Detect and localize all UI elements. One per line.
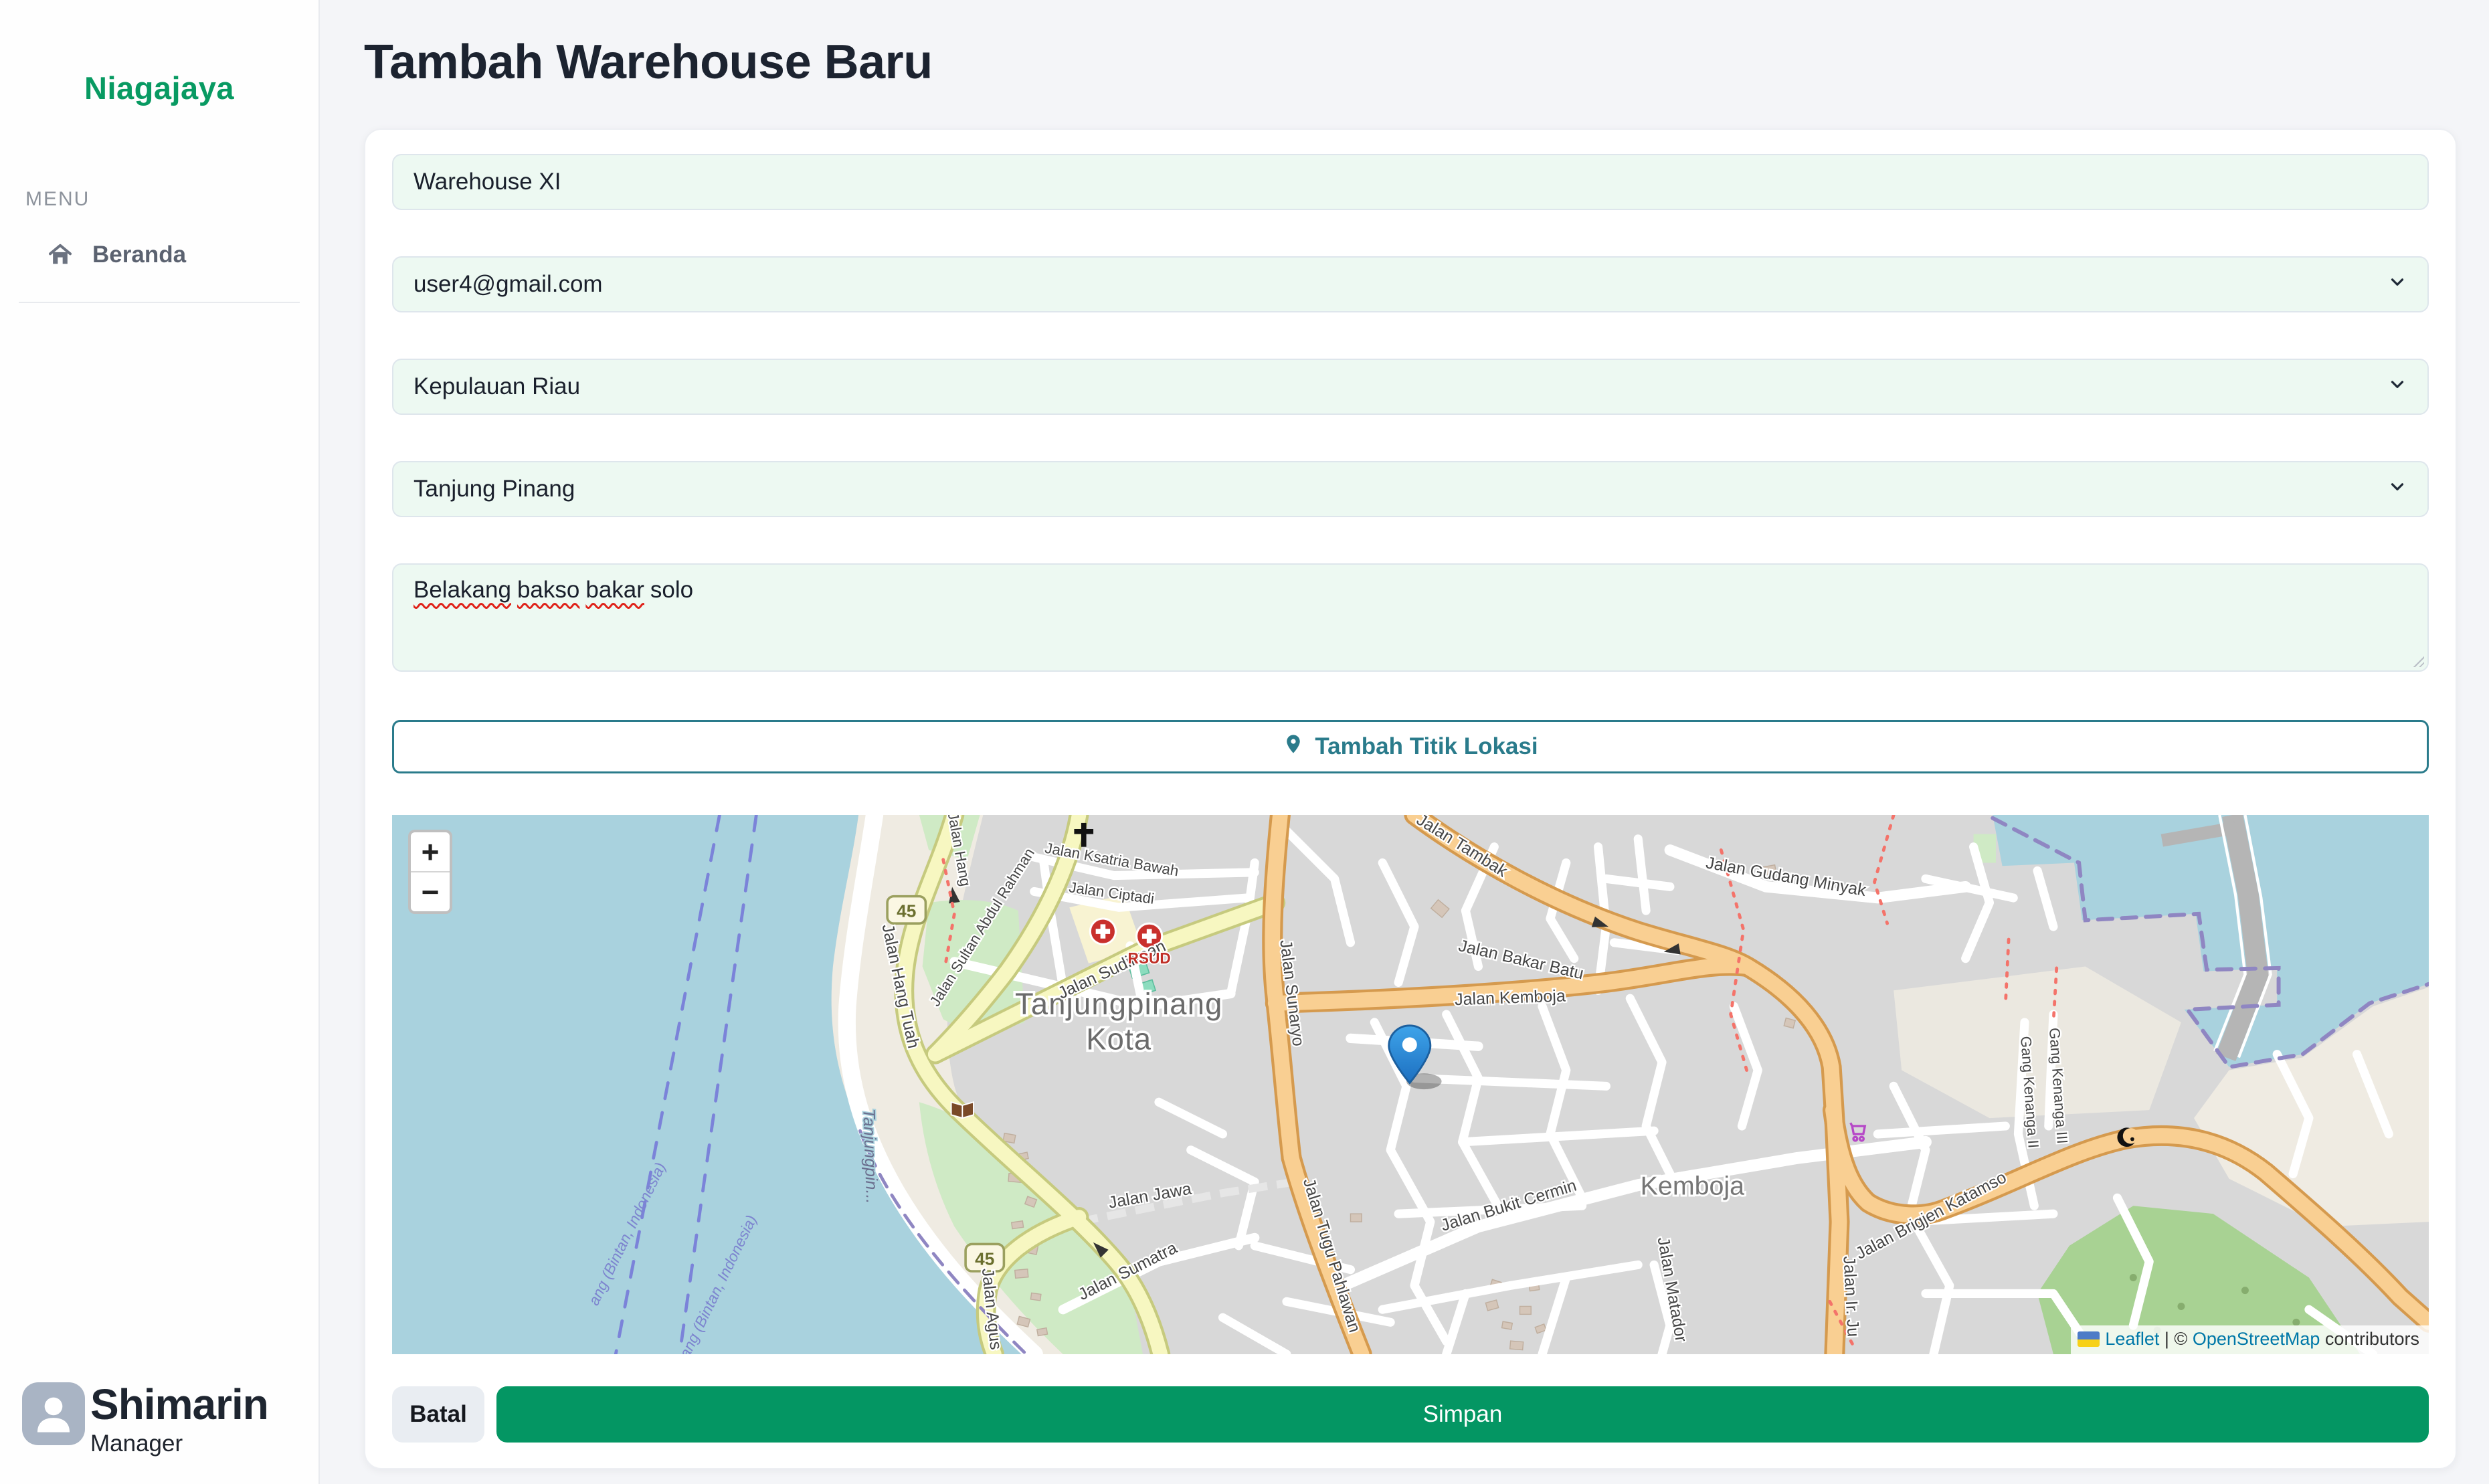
- chevron-down-icon: [2387, 476, 2407, 502]
- cancel-button[interactable]: Batal: [392, 1386, 484, 1443]
- warehouse-name-value: Warehouse XI: [413, 169, 561, 195]
- zoom-out-button[interactable]: −: [411, 872, 450, 911]
- brand-logo[interactable]: Niagajaya: [0, 70, 318, 106]
- map-pin-icon: [1283, 733, 1304, 761]
- address-word: bakso: [517, 577, 579, 603]
- avatar: [22, 1382, 85, 1445]
- city-select[interactable]: Tanjung Pinang: [392, 461, 2429, 517]
- map-label-city: Tanjungpinang: [1015, 987, 1223, 1021]
- province-select[interactable]: Kepulauan Riau: [392, 359, 2429, 415]
- form-actions: Batal Simpan: [392, 1386, 2429, 1443]
- address-word: Belakang: [413, 577, 511, 603]
- zoom-in-button[interactable]: +: [411, 832, 450, 871]
- attribution-suffix: contributors: [2320, 1329, 2419, 1350]
- home-icon: [47, 242, 74, 268]
- save-button[interactable]: Simpan: [496, 1386, 2429, 1443]
- ukraine-flag-icon: [2078, 1331, 2100, 1347]
- map-label-city2: Kota: [1086, 1022, 1151, 1056]
- map-label-rsud: RSUD: [1128, 949, 1171, 967]
- svg-text:Jalan Kemboja: Jalan Kemboja: [1455, 987, 1566, 1010]
- map-canvas: 45 45: [392, 815, 2429, 1354]
- user-name: Shimarin: [90, 1382, 268, 1426]
- menu-section-label: MENU: [25, 188, 318, 211]
- app-window: Niagajaya MENU Beranda Shimarin Manager: [0, 0, 2489, 1484]
- owner-select-value: user4@gmail.com: [413, 271, 603, 298]
- svg-text:45: 45: [975, 1248, 994, 1269]
- chevron-down-icon: [2387, 373, 2407, 400]
- main-content: Tambah Warehouse Baru Warehouse XI user4…: [320, 0, 2489, 1484]
- map-label-district: Kemboja: [1641, 1172, 1745, 1201]
- user-role: Manager: [90, 1430, 268, 1457]
- add-location-button[interactable]: Tambah Titik Lokasi: [392, 720, 2429, 773]
- warehouse-form-card: Warehouse XI user4@gmail.com Kepulauan R…: [364, 128, 2457, 1469]
- address-textarea[interactable]: Belakangbaksobakarsolo: [392, 563, 2429, 672]
- sidebar-item-label: Beranda: [92, 242, 186, 268]
- sidebar-divider: [19, 302, 300, 303]
- add-location-label: Tambah Titik Lokasi: [1315, 733, 1538, 760]
- address-word: solo: [650, 577, 693, 603]
- chevron-down-icon: [2387, 271, 2407, 298]
- owner-select[interactable]: user4@gmail.com: [392, 256, 2429, 312]
- province-select-value: Kepulauan Riau: [413, 373, 580, 400]
- map-label-strait: Tanjungpin...: [859, 1108, 881, 1204]
- leaflet-link[interactable]: Leaflet: [2105, 1329, 2159, 1350]
- map-zoom-control: + −: [408, 830, 452, 914]
- hospital-icon: [1090, 919, 1115, 944]
- attribution-separator: | ©: [2159, 1329, 2192, 1350]
- map-attribution: Leaflet | © OpenStreetMap contributors: [2071, 1325, 2429, 1354]
- textarea-resize-handle[interactable]: [2412, 655, 2424, 667]
- openstreetmap-link[interactable]: OpenStreetMap: [2193, 1329, 2320, 1350]
- warehouse-name-input[interactable]: Warehouse XI: [392, 154, 2429, 210]
- city-select-value: Tanjung Pinang: [413, 476, 575, 502]
- address-word: bakar: [585, 577, 644, 603]
- sidebar-item-beranda[interactable]: Beranda: [47, 242, 318, 268]
- map[interactable]: 45 45: [392, 815, 2429, 1354]
- sidebar: Niagajaya MENU Beranda Shimarin Manager: [0, 0, 320, 1484]
- page-title: Tambah Warehouse Baru: [364, 35, 2457, 90]
- svg-text:45: 45: [897, 901, 916, 921]
- user-profile[interactable]: Shimarin Manager: [22, 1382, 268, 1457]
